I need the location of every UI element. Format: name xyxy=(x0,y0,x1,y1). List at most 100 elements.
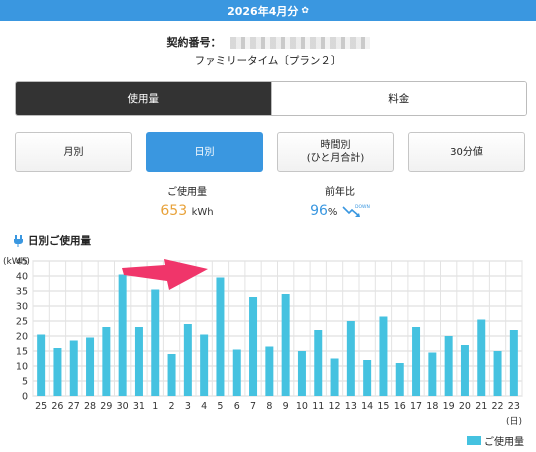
bar-9 xyxy=(281,294,290,396)
x-tick-label: 23 xyxy=(508,401,520,412)
bar-13 xyxy=(346,321,355,396)
bar-22 xyxy=(493,351,502,396)
bar-23 xyxy=(509,330,518,396)
bar-8 xyxy=(265,346,274,396)
month-title[interactable]: 2026年4月分 xyxy=(227,3,298,19)
bar-17 xyxy=(412,327,421,396)
bar-25 xyxy=(37,334,46,396)
usage-value: 653 xyxy=(160,203,188,219)
masked-contract-number xyxy=(229,37,370,49)
bar-27 xyxy=(69,340,78,396)
x-tick-label: 17 xyxy=(410,401,422,412)
plan-name: ファミリータイム〔プラン２〕 xyxy=(194,55,342,67)
y-tick-label: 10 xyxy=(16,362,28,373)
bar-21 xyxy=(477,319,486,396)
bar-30 xyxy=(118,274,127,396)
hourly-button[interactable]: 時間別 (ひと月合計) xyxy=(277,132,394,172)
x-tick-label: 12 xyxy=(329,401,341,412)
x-tick-label: 19 xyxy=(443,401,455,412)
legend-label: ご使用量 xyxy=(484,437,524,448)
x-tick-label: 11 xyxy=(312,401,324,412)
yoy-label: 前年比 xyxy=(325,187,355,198)
bar-12 xyxy=(330,358,339,396)
x-tick-label: 9 xyxy=(283,401,289,412)
hourly-label-line2: (ひと月合計) xyxy=(306,153,365,164)
x-tick-label: 5 xyxy=(217,401,223,412)
hourly-label-line1: 時間別 xyxy=(320,140,351,151)
y-tick-label: 25 xyxy=(16,317,28,328)
y-tick-label: 15 xyxy=(16,347,28,358)
x-tick-label: 4 xyxy=(201,401,207,412)
bar-15 xyxy=(379,316,388,396)
trend-down-icon: DOWN xyxy=(342,203,370,219)
x-tick-label: 2 xyxy=(169,401,175,412)
chart-legend: ご使用量 xyxy=(467,433,524,448)
bar-31 xyxy=(134,327,143,396)
y-tick-label: 40 xyxy=(16,272,28,283)
bar-19 xyxy=(444,336,453,396)
chart-title-text: 日別ご使用量 xyxy=(28,235,91,247)
x-tick-label: 15 xyxy=(377,401,389,412)
y-axis-label: (kWh) xyxy=(3,257,30,267)
plug-icon xyxy=(14,234,23,247)
x-tick-label: 3 xyxy=(185,401,191,412)
contract-label: 契約番号： xyxy=(166,36,222,49)
x-tick-label: 8 xyxy=(266,401,272,412)
bar-3 xyxy=(183,324,192,396)
min30-button[interactable]: 30分値 xyxy=(408,132,525,172)
bar-7 xyxy=(249,297,258,396)
bar-16 xyxy=(395,363,404,396)
x-tick-label: 25 xyxy=(35,401,47,412)
x-tick-label: 14 xyxy=(361,401,373,412)
x-tick-label: 18 xyxy=(426,401,438,412)
bar-4 xyxy=(200,334,209,396)
x-tick-label: 20 xyxy=(459,401,471,412)
x-tick-label: 21 xyxy=(475,401,487,412)
usage-fee-toggle: 使用量 料金 xyxy=(15,81,527,116)
y-tick-label: 35 xyxy=(16,287,28,298)
chart-title: 日別ご使用量 xyxy=(14,233,91,248)
daily-usage-chart: 051015202530354045(kWh)25 26 27 28 29 30 31 1 2 3… xyxy=(3,257,523,427)
x-axis-label: (日) xyxy=(506,416,522,427)
trend-text: DOWN xyxy=(355,204,370,210)
bar-6 xyxy=(232,349,241,396)
yoy-stat: 前年比 96% DOWN xyxy=(280,183,400,219)
daily-button[interactable]: 日別 xyxy=(146,132,263,172)
monthly-button[interactable]: 月別 xyxy=(15,132,132,172)
fee-tab[interactable]: 料金 xyxy=(270,82,526,115)
usage-tab[interactable]: 使用量 xyxy=(16,82,271,115)
x-tick-label: 10 xyxy=(296,401,308,412)
x-tick-label: 6 xyxy=(234,401,240,412)
bar-20 xyxy=(460,345,469,396)
y-tick-label: 20 xyxy=(16,332,28,343)
usage-stat: ご使用量 653 kWh xyxy=(127,183,247,219)
yoy-unit: % xyxy=(327,207,338,218)
bar-28 xyxy=(86,337,95,396)
header-bar: 2026年4月分 ✿ xyxy=(0,0,536,21)
x-tick-label: 29 xyxy=(100,401,112,412)
bar-14 xyxy=(363,360,372,396)
x-tick-label: 31 xyxy=(133,401,145,412)
y-tick-label: 30 xyxy=(16,302,28,313)
x-tick-label: 30 xyxy=(117,401,129,412)
x-tick-label: 13 xyxy=(345,401,357,412)
usage-label: ご使用量 xyxy=(167,187,207,198)
x-tick-label: 28 xyxy=(84,401,96,412)
x-tick-label: 16 xyxy=(394,401,406,412)
bar-2 xyxy=(167,354,176,396)
bar-29 xyxy=(102,327,111,396)
bar-26 xyxy=(53,348,62,396)
yoy-value: 96 xyxy=(310,203,328,219)
y-tick-label: 0 xyxy=(22,392,28,403)
contract-number: 契約番号： xyxy=(0,34,536,50)
y-tick-label: 5 xyxy=(22,377,28,388)
gear-icon[interactable]: ✿ xyxy=(301,6,309,16)
x-tick-label: 7 xyxy=(250,401,256,412)
bar-11 xyxy=(314,330,323,396)
bar-10 xyxy=(297,351,306,396)
bar-1 xyxy=(151,289,160,396)
bar-5 xyxy=(216,277,225,396)
usage-unit: kWh xyxy=(191,207,214,218)
x-tick-label: 1 xyxy=(152,401,158,412)
legend-swatch xyxy=(467,436,481,445)
